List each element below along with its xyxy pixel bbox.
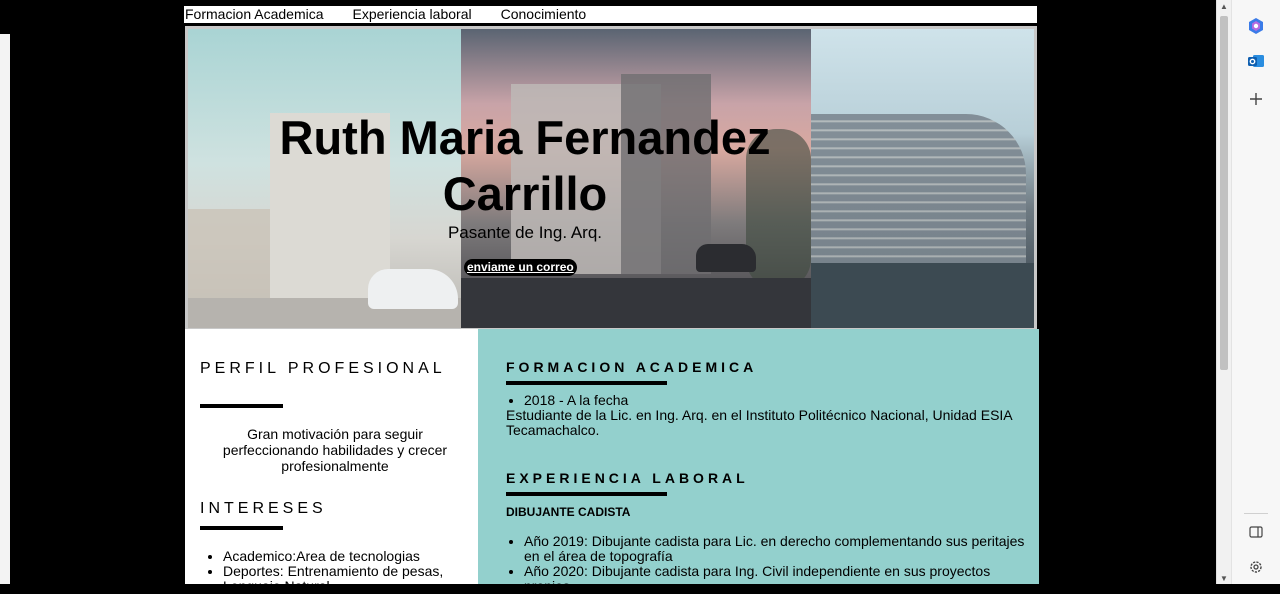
formacion-content: 2018 - A la fecha Estudiante de la Lic. … [506,393,1039,438]
nav-link-experiencia[interactable]: Experiencia laboral [353,6,472,23]
add-icon[interactable] [1246,89,1266,109]
hero-subtitle: Pasante de Ing. Arq. [447,223,603,242]
list-item: Deportes: Entrenamiento de pesas, [223,564,498,579]
window-edge-top [0,0,10,34]
hero-banner: Ruth Maria Fernandez Carrillo Pasante de… [185,26,1037,329]
experiencia-heading: EXPERIENCIA LABORAL [506,470,749,486]
scroll-up-arrow-icon[interactable]: ▲ [1219,2,1229,12]
page-scrollbar[interactable]: ▲ ▼ [1216,0,1231,584]
list-item: Año 2020: Dibujante cadista para Ing. Ci… [524,564,1039,594]
hero-text-overlay: Ruth Maria Fernandez Carrillo Pasante de… [185,26,1037,329]
intereses-heading: INTERESES [200,500,327,517]
list-item: Academico:Area de tecnologias [223,549,498,564]
formacion-period: 2018 - A la fecha [524,393,1039,408]
outlook-icon[interactable] [1246,51,1266,71]
scroll-down-arrow-icon[interactable]: ▼ [1219,574,1229,584]
formacion-description: Estudiante de la Lic. en Ing. Arq. en el… [506,407,1012,438]
list-item: Año 2019: Dibujante cadista para Lic. en… [524,534,1039,564]
resume-page: Formacion Academica Experiencia laboral … [183,0,1039,594]
experiencia-divider [506,492,667,496]
perfil-heading: PERFIL PROFESIONAL [200,360,446,377]
job-title: DIBUJANTE CADISTA [506,505,631,519]
hero-name: Ruth Maria Fernandez Carrillo [279,111,771,220]
nav-link-conocimiento[interactable]: Conocimiento [501,6,587,23]
settings-icon[interactable] [1246,557,1266,577]
copilot-icon[interactable] [1246,16,1266,36]
scroll-thumb[interactable] [1220,16,1228,370]
left-column: PERFIL PROFESIONAL Gran motivación para … [185,329,478,594]
right-column: FORMACION ACADEMICA 2018 - A la fecha Es… [478,329,1039,594]
perfil-text: Gran motivación para seguir perfeccionan… [222,426,448,474]
intereses-list: Academico:Area de tecnologias Deportes: … [200,549,498,594]
experiencia-content: Año 2019: Dibujante cadista para Lic. en… [506,534,1039,594]
perfil-divider [200,404,283,408]
window-edge [0,34,10,584]
list-item: Lenguaje Natural [223,579,498,594]
email-button[interactable]: enviame un correo [464,259,577,276]
split-screen-icon[interactable] [1246,522,1266,542]
browser-sidebar [1231,0,1280,584]
formacion-divider [506,381,667,385]
sidebar-divider [1244,513,1268,514]
top-navbar: Formacion Academica Experiencia laboral … [183,5,1038,25]
nav-link-formacion[interactable]: Formacion Academica [185,6,324,23]
intereses-divider [200,526,283,530]
formacion-heading: FORMACION ACADEMICA [506,359,758,375]
